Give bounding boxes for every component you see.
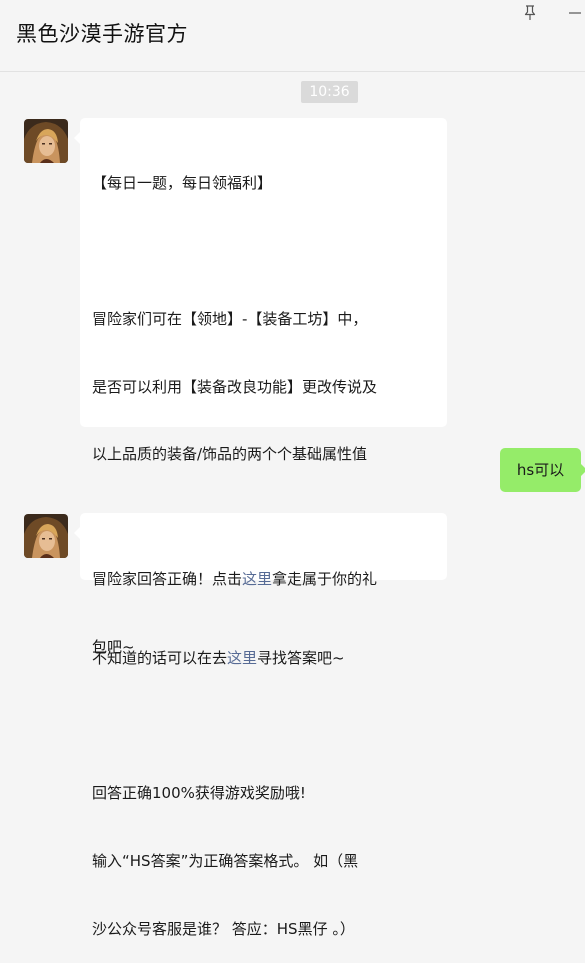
pin-icon[interactable] <box>521 4 539 22</box>
message-timestamp: 10:36 <box>301 81 358 103</box>
message-line: 回答正确100%获得游戏奖励哦! <box>92 784 306 803</box>
incoming-message-bubble: 冒险家回答正确！点击这里拿走属于你的礼 包吧~ <box>74 513 447 656</box>
message-line: 是否可以利用【装备改良功能】更改传说及 <box>92 377 378 396</box>
sender-avatar[interactable] <box>24 514 68 558</box>
sender-avatar[interactable] <box>24 119 68 163</box>
message-line: 以上品质的装备/饰品的两个个基础属性值 <box>92 445 368 464</box>
message-text: 冒险家回答正确！点击 <box>92 570 243 589</box>
outgoing-message-bubble: hs可以 <box>500 448 585 492</box>
message-line: 冒险家们可在【领地】-【装备工坊】中， <box>92 309 368 328</box>
message-line: 包吧~ <box>92 637 135 656</box>
message-line: 【每日一题，每日领福利】 <box>92 174 273 193</box>
reward-link[interactable]: 这里 <box>242 570 272 588</box>
official-account-avatar-icon <box>24 119 68 163</box>
message-line: 沙公众号客服是谁？ 答应：HS黑仔 。） <box>92 919 355 938</box>
official-account-avatar-icon <box>24 514 68 558</box>
chat-title: 黑色沙漠手游官方 <box>16 22 188 46</box>
incoming-message-bubble: 【每日一题，每日领福利】 冒险家们可在【领地】-【装备工坊】中， 是否可以利用【… <box>74 118 447 938</box>
message-text: 拿走属于你的礼 <box>272 570 378 589</box>
message-line-with-link: 冒险家回答正确！点击这里拿走属于你的礼 <box>92 568 435 591</box>
message-line: 输入“HS答案”为正确答案格式。 如（黑 <box>92 852 359 870</box>
title-bar: 黑色沙漠手游官方 <box>0 0 585 72</box>
minimize-icon[interactable] <box>567 4 585 22</box>
